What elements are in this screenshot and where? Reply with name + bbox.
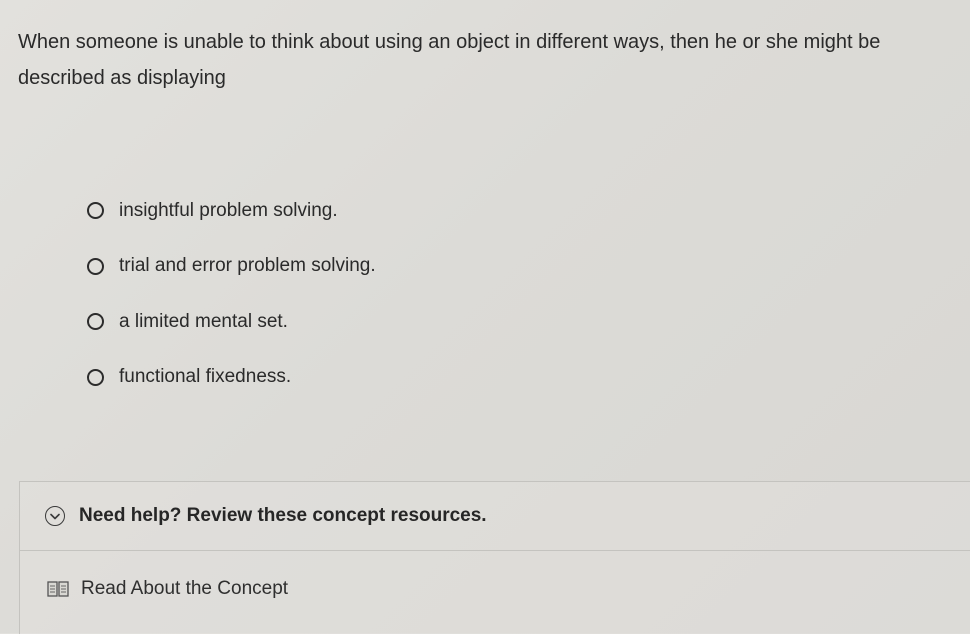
option-label: functional fixedness. bbox=[119, 366, 292, 387]
option-label: trial and error problem solving. bbox=[119, 255, 376, 276]
option-insightful-problem-solving[interactable]: insightful problem solving. bbox=[82, 192, 376, 229]
option-trial-and-error[interactable]: trial and error problem solving. bbox=[82, 248, 376, 285]
question-text: When someone is unable to think about us… bbox=[18, 31, 881, 89]
option-functional-fixedness[interactable]: functional fixedness. bbox=[82, 359, 376, 396]
radio-button[interactable] bbox=[87, 313, 104, 330]
radio-button[interactable] bbox=[87, 257, 104, 275]
option-limited-mental-set[interactable]: a limited mental set. bbox=[82, 303, 376, 340]
concept-resources-panel: Need help? Review these concept resource… bbox=[19, 481, 970, 634]
radio-button[interactable] bbox=[87, 202, 104, 219]
answer-options: insightful problem solving. trial and er… bbox=[82, 192, 376, 414]
option-label: a limited mental set. bbox=[119, 310, 288, 332]
chevron-down-circle-icon bbox=[45, 506, 65, 526]
concept-resources-title: Need help? Review these concept resource… bbox=[79, 505, 487, 526]
concept-resources-toggle[interactable]: Need help? Review these concept resource… bbox=[20, 482, 970, 551]
read-about-concept-link[interactable]: Read About the Concept bbox=[20, 551, 970, 627]
book-icon bbox=[47, 580, 69, 598]
radio-button[interactable] bbox=[87, 368, 104, 386]
read-about-concept-label: Read About the Concept bbox=[81, 578, 289, 599]
option-label: insightful problem solving. bbox=[119, 199, 338, 221]
